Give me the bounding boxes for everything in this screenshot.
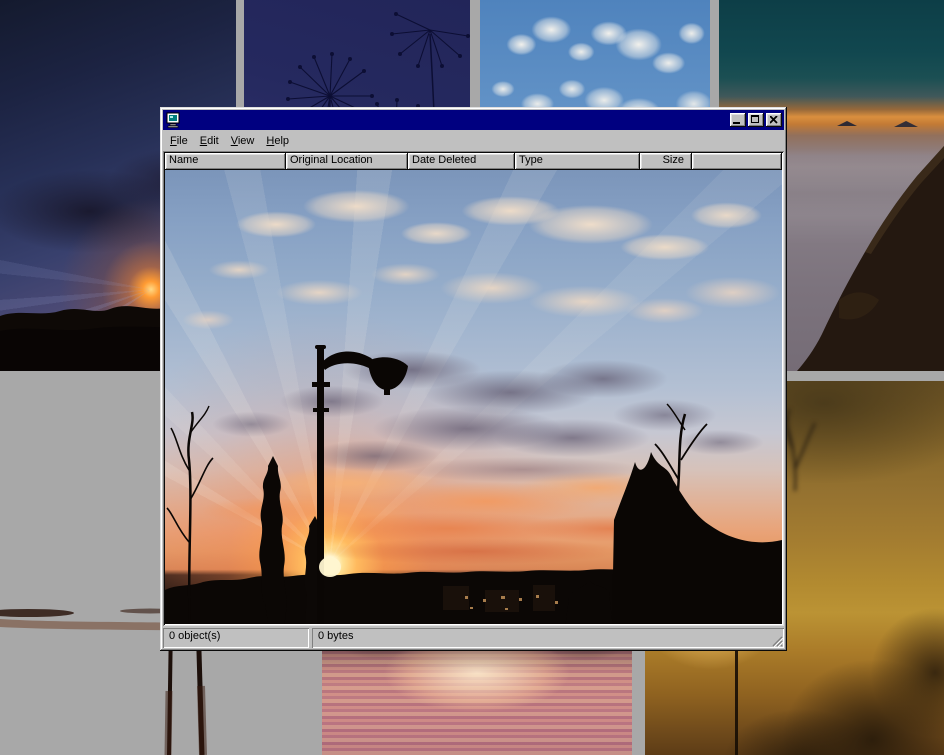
status-total-size: 0 bytes xyxy=(312,628,784,648)
column-header-size[interactable]: Size xyxy=(640,153,692,170)
file-list-view[interactable]: Name Original Location Date Deleted Type… xyxy=(163,151,784,626)
maximize-icon xyxy=(751,115,759,123)
column-header-filler[interactable] xyxy=(692,153,782,170)
recycle-bin-window: File Edit View Help Name Original Locati… xyxy=(160,107,787,651)
menu-file[interactable]: File xyxy=(164,133,194,149)
computer-icon xyxy=(166,112,182,128)
sunset-lamppost-photo xyxy=(165,170,782,624)
column-header-type[interactable]: Type xyxy=(515,153,640,170)
column-header-row: Name Original Location Date Deleted Type… xyxy=(165,153,782,170)
resize-grip[interactable] xyxy=(770,634,783,647)
menu-edit[interactable]: Edit xyxy=(194,133,225,149)
close-icon xyxy=(770,116,778,124)
foreground-silhouettes xyxy=(165,170,782,624)
column-header-date-deleted[interactable]: Date Deleted xyxy=(408,153,515,170)
minimize-icon xyxy=(733,122,740,124)
menu-bar: File Edit View Help xyxy=(163,130,784,151)
column-header-name[interactable]: Name xyxy=(165,153,286,170)
status-object-count: 0 object(s) xyxy=(163,628,309,648)
status-bar: 0 object(s) 0 bytes xyxy=(163,626,784,648)
minimize-button[interactable] xyxy=(730,113,746,127)
title-bar[interactable] xyxy=(163,110,784,130)
desktop: { "background": { "gutter_color": "#a8a8… xyxy=(0,0,944,755)
maximize-button[interactable] xyxy=(748,113,764,127)
column-header-original-location[interactable]: Original Location xyxy=(286,153,408,170)
menu-help[interactable]: Help xyxy=(260,133,295,149)
close-button[interactable] xyxy=(766,113,782,127)
menu-view[interactable]: View xyxy=(225,133,261,149)
